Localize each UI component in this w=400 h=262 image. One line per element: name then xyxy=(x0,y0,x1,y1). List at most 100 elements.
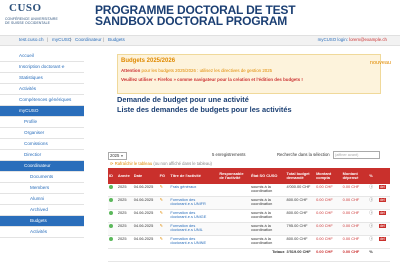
sidebar-item-alumni[interactable]: Alumni xyxy=(0,194,84,205)
year-select-value: 2025 xyxy=(110,153,120,158)
cell-date: 04.06.2025 xyxy=(132,222,159,236)
cell-id xyxy=(108,222,117,236)
search-input[interactable]: (affiner avant) xyxy=(333,151,380,159)
sidebar-item-archived[interactable]: Archived xyxy=(0,205,84,216)
edit-icon[interactable]: ✎ xyxy=(160,236,163,241)
cell-resp xyxy=(218,196,251,210)
cell-title[interactable]: Formation des doctorant.e.s UNIGE xyxy=(169,209,219,223)
info-icon[interactable]: ⓘ xyxy=(369,184,373,189)
col-etat[interactable]: État SG CUSO xyxy=(250,168,286,184)
edit-icon[interactable]: ✎ xyxy=(160,197,163,202)
sidebar-item-budgets[interactable]: Budgets xyxy=(0,216,84,227)
info-icon[interactable]: ⓘ xyxy=(369,236,373,241)
record-count: 5 enregistrements xyxy=(212,152,246,157)
status-dot-icon xyxy=(109,198,113,202)
cell-id xyxy=(108,196,117,210)
cell-title[interactable]: Formation des doctorant.e.s UNIFR xyxy=(169,196,219,210)
delete-button[interactable]: del xyxy=(379,185,386,190)
program-subtitle: SANDBOX DOCTORAL PROGRAM xyxy=(95,14,288,28)
sidebar-item-profile[interactable]: Profile xyxy=(0,117,84,128)
cell-title[interactable]: Formation des doctorant.e.s UNIL xyxy=(169,222,219,236)
table-row[interactable]: 2025 04.06.2025 ✎ Formation des doctorant.e… xyxy=(108,209,390,223)
sidebar-item-label: Budgets xyxy=(30,217,47,223)
cell-resp xyxy=(218,235,251,249)
col-fg[interactable]: FG xyxy=(158,168,170,184)
col-pct[interactable]: % xyxy=(368,168,379,184)
cell-del: del xyxy=(378,235,390,249)
col-annee[interactable]: Année xyxy=(116,168,133,184)
budgets-table: ID Année Date FG Titre de l'activité Res… xyxy=(108,168,390,262)
table-row[interactable]: 2025 04.06.2025 ✎ Frais généraux soumis à la… xyxy=(108,184,390,197)
sidebar-item-label: Accueil xyxy=(19,52,34,58)
sidebar-item-accueil[interactable]: Accueil xyxy=(0,51,84,62)
breadcrumb-mycuso[interactable]: myCUSO xyxy=(52,37,71,42)
totals-compta: 0.00 CHF xyxy=(315,248,342,262)
delete-button[interactable]: del xyxy=(379,198,386,203)
sidebar-item-statistiques[interactable]: Statistiques xyxy=(0,73,84,84)
refresh-icon[interactable]: ⟳ xyxy=(110,161,114,166)
table-row[interactable]: 2025 04.06.2025 ✎ Formation des doctorant.e… xyxy=(108,235,390,249)
cell-compta: 0.00 CHF xyxy=(315,209,342,223)
col-total[interactable]: Total budget demandé xyxy=(285,168,316,184)
cell-total: 800.00 CHF xyxy=(285,209,316,223)
sidebar-item-documents[interactable]: Documents xyxy=(0,172,84,183)
cell-id xyxy=(108,235,117,249)
cell-state: soumis à la coordination xyxy=(250,235,286,249)
cell-del: del xyxy=(378,184,390,197)
sidebar-item-label: Comissions xyxy=(24,140,48,146)
cell-year: 2025 xyxy=(116,222,133,236)
delete-button[interactable]: del xyxy=(379,224,386,229)
sidebar-item-mycuso[interactable]: myCUSO xyxy=(0,106,84,117)
sidebar-item-activites[interactable]: Activités xyxy=(0,84,84,95)
sidebar-item-directior[interactable]: Directior xyxy=(0,150,84,161)
login-info: myCUSO login: lorem@example.ch xyxy=(318,37,387,42)
cuso-logo[interactable]: CUSO xyxy=(9,2,42,14)
new-budget-link[interactable]: nouveau xyxy=(370,60,391,66)
warning-title: Budgets 2025/2026 xyxy=(121,58,176,64)
sidebar-item-comissions[interactable]: Comissions xyxy=(0,139,84,150)
sidebar-item-coordinateur[interactable]: Coordinateur xyxy=(0,161,84,172)
cell-compta: 0.00 CHF xyxy=(315,196,342,210)
breadcrumb-coordinateur[interactable]: Coordinateur xyxy=(75,37,102,42)
table-row[interactable]: 2025 04.06.2025 ✎ Formation des doctorant.e… xyxy=(108,222,390,236)
sidebar-item-members[interactable]: Members xyxy=(0,183,84,194)
refresh-table-link[interactable]: Rafraîchir le tableau xyxy=(115,161,152,166)
cell-compta: 0.00 CHF xyxy=(315,222,342,236)
info-icon[interactable]: ⓘ xyxy=(369,210,373,215)
col-responsable[interactable]: Responsable de l'activité xyxy=(218,168,251,184)
info-icon[interactable]: ⓘ xyxy=(369,197,373,202)
totals-spent: 0.00 CHF xyxy=(341,248,369,262)
col-del xyxy=(378,168,390,184)
col-date[interactable]: Date xyxy=(132,168,159,184)
cell-fg: ✎ xyxy=(158,184,170,197)
col-titre[interactable]: Titre de l'activité xyxy=(169,168,219,184)
breadcrumb-budgets[interactable]: Budgets xyxy=(108,37,125,42)
sidebar-item-inscription[interactable]: Inscription doctorant·e xyxy=(0,62,84,73)
login-email[interactable]: lorem@example.ch xyxy=(349,37,387,42)
cell-date: 04.06.2025 xyxy=(132,196,159,210)
table-row[interactable]: 2025 04.06.2025 ✎ Formation des doctorant.e… xyxy=(108,196,390,210)
cell-title[interactable]: Frais généraux xyxy=(169,184,219,197)
cell-year: 2025 xyxy=(116,235,133,249)
sidebar: Accueil Inscription doctorant·e Statisti… xyxy=(0,47,84,241)
sidebar-item-label: Coordinateur xyxy=(24,162,51,168)
sidebar-item-competences[interactable]: Compétences génériques xyxy=(0,95,84,106)
col-depense[interactable]: Montant dépensé xyxy=(341,168,369,184)
cell-title[interactable]: Formation des doctorant.e.s UNINE xyxy=(169,235,219,249)
sidebar-item-label: Statistiques xyxy=(19,74,43,80)
info-icon[interactable]: ⓘ xyxy=(369,223,373,228)
sidebar-item-label: Directior xyxy=(24,151,42,157)
sidebar-item-label: Members xyxy=(30,184,50,190)
sidebar-item-label: Compétences génériques xyxy=(19,96,72,102)
cell-resp xyxy=(218,222,251,236)
edit-icon[interactable]: ✎ xyxy=(160,210,163,215)
breadcrumb-home[interactable]: test.cuso.ch xyxy=(19,37,44,42)
delete-button[interactable]: del xyxy=(379,211,386,216)
col-id[interactable]: ID xyxy=(108,168,117,184)
edit-icon[interactable]: ✎ xyxy=(160,184,163,189)
sidebar-item-organiser[interactable]: Organiser xyxy=(0,128,84,139)
col-compta[interactable]: Montant compta xyxy=(315,168,342,184)
edit-icon[interactable]: ✎ xyxy=(160,223,163,228)
sidebar-item-activites-sub[interactable]: Activités xyxy=(0,227,84,238)
year-select[interactable]: 2025 ▼ xyxy=(108,152,127,160)
